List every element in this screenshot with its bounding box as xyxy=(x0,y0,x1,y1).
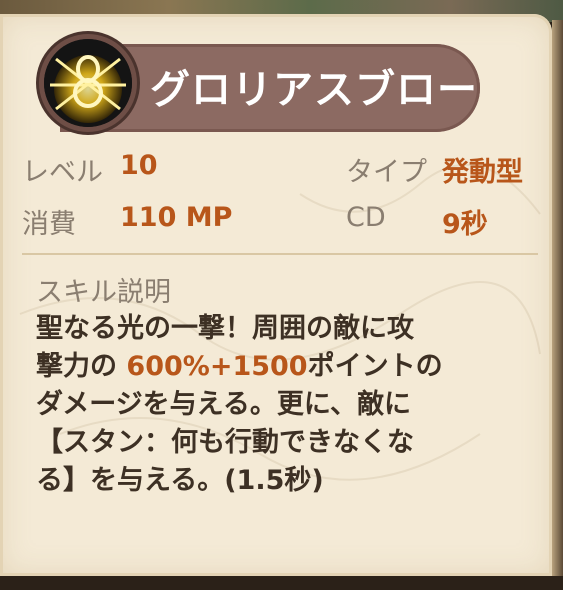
skill-name: グロリアスブロー xyxy=(150,67,478,113)
description-line: ダメージを与える。更に、敵に xyxy=(36,389,412,420)
type-value: 発動型 xyxy=(442,157,523,188)
cost-value: 110 MP xyxy=(120,202,233,233)
skill-description: 聖なる光の一撃！周囲の敵に攻 撃力の 600%+1500ポイントの ダメージを与… xyxy=(36,310,506,500)
cd-value: 9秒 xyxy=(442,209,488,240)
description-line: 聖なる光の一撃！周囲の敵に攻 xyxy=(36,313,414,344)
panel-edge xyxy=(552,20,563,576)
damage-highlight: 600%+1500 xyxy=(126,351,308,382)
type-label: タイプ xyxy=(346,157,427,188)
cost-label: 消費 xyxy=(22,209,76,240)
section-divider xyxy=(22,253,538,255)
description-line: 撃力の 600%+1500ポイントの xyxy=(36,348,506,386)
description-text: 撃力の xyxy=(36,351,127,382)
description-text: ポイントの xyxy=(307,351,443,382)
description-heading: スキル説明 xyxy=(36,277,171,308)
description-line: る】を与える。(1.5秒) xyxy=(36,465,324,496)
cd-label: CD xyxy=(346,202,386,233)
description-line: 【スタン：何も行動できなくな xyxy=(36,427,414,458)
level-value: 10 xyxy=(120,150,158,181)
level-label: レベル xyxy=(22,157,103,188)
glorious-blow-icon[interactable] xyxy=(44,39,132,127)
